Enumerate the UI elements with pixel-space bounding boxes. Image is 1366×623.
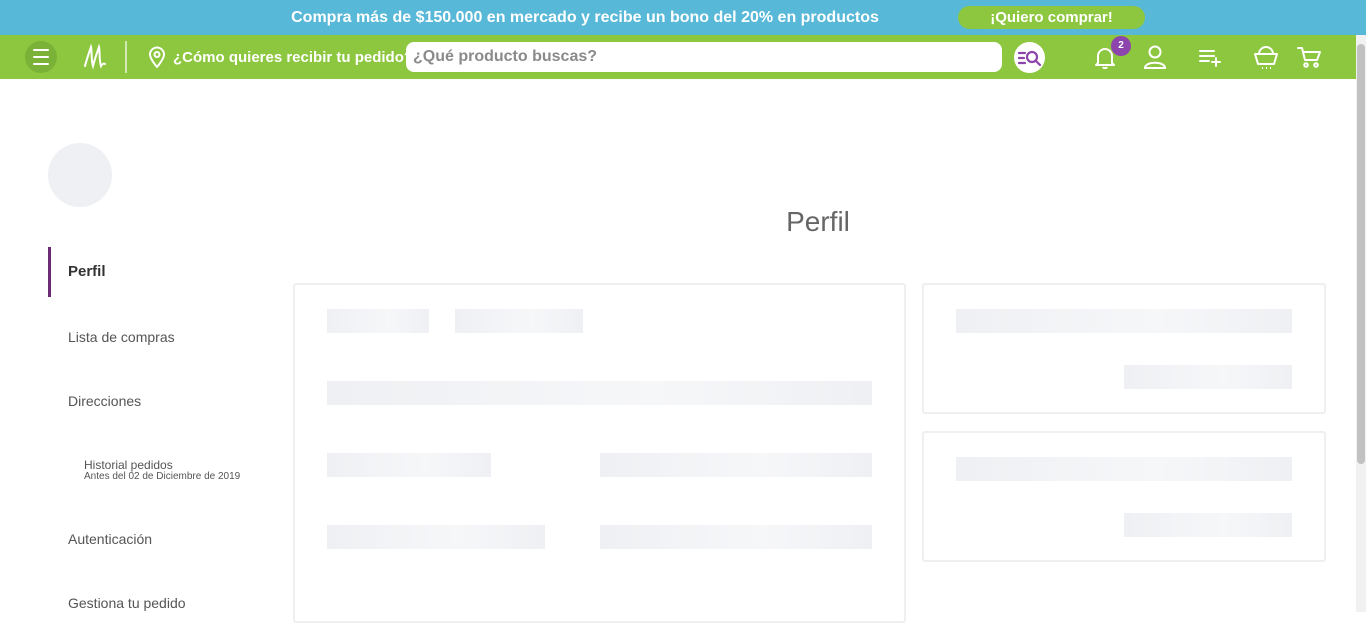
- sidebar-item-lista-de-compras[interactable]: Lista de compras: [68, 329, 175, 345]
- skeleton-placeholder: [327, 381, 872, 405]
- list-add-icon: [1199, 50, 1221, 67]
- sidebar-item-perfil[interactable]: Perfil: [68, 263, 106, 280]
- sidebar-item-gestiona-tu-pedido[interactable]: Gestiona tu pedido: [68, 595, 186, 611]
- skeleton-placeholder: [327, 453, 491, 477]
- page-title: Perfil: [786, 206, 850, 237]
- side-info-card: [922, 431, 1326, 562]
- navbar-divider: [125, 41, 127, 73]
- menu-button[interactable]: [25, 41, 57, 73]
- search-bar: [406, 42, 1002, 72]
- shopping-lists-button[interactable]: [1195, 42, 1225, 72]
- delivery-selector[interactable]: ¿Cómo quieres recibir tu pedido?: [147, 45, 413, 69]
- basket-button[interactable]: [1251, 42, 1281, 72]
- skeleton-placeholder: [1124, 365, 1292, 389]
- skeleton-placeholder: [956, 457, 1292, 481]
- skeleton-placeholder: [455, 309, 583, 333]
- sidebar-item-autenticacion[interactable]: Autenticación: [68, 531, 152, 547]
- avatar: [48, 143, 112, 207]
- search-input[interactable]: [406, 42, 1002, 72]
- page-scrollbar[interactable]: [1356, 35, 1366, 612]
- menu-icon-line: [33, 56, 49, 58]
- menu-icon-line: [33, 49, 49, 51]
- sidebar-item-sublabel: Antes del 02 de Diciembre de 2019: [84, 471, 241, 482]
- skeleton-placeholder: [327, 525, 545, 549]
- search-icon: [1017, 50, 1041, 66]
- skeleton-placeholder: [600, 525, 872, 549]
- basket-icon: [1254, 46, 1278, 69]
- search-button[interactable]: [1014, 42, 1045, 73]
- sidebar-item-label: Historial pedidos: [84, 458, 173, 472]
- skeleton-placeholder: [327, 309, 429, 333]
- skeleton-placeholder: [600, 453, 872, 477]
- account-button[interactable]: [1140, 42, 1170, 72]
- delivery-label: ¿Cómo quieres recibir tu pedido?: [173, 48, 414, 66]
- profile-form-card: [293, 283, 906, 623]
- skeleton-placeholder: [956, 309, 1292, 333]
- sidebar-item-direcciones[interactable]: Direcciones: [68, 393, 141, 409]
- cart-button[interactable]: [1294, 42, 1324, 72]
- scrollbar-thumb[interactable]: [1357, 44, 1365, 464]
- skeleton-placeholder: [1124, 513, 1292, 537]
- menu-icon-line: [33, 63, 49, 65]
- location-pin-icon: [148, 46, 166, 68]
- promo-cta-button[interactable]: ¡Quiero comprar!: [958, 6, 1145, 29]
- side-info-card: [922, 283, 1326, 414]
- sidebar-item-historial-pedidos[interactable]: Historial pedidos Antes del 02 de Diciem…: [84, 458, 240, 482]
- notification-badge: 2: [1111, 36, 1131, 56]
- promo-banner: Compra más de $150.000 en mercado y reci…: [0, 0, 1366, 35]
- sidebar-active-indicator: [48, 247, 51, 297]
- user-icon: [1143, 45, 1167, 69]
- main-navbar: ¿Cómo quieres recibir tu pedido? 2: [0, 35, 1356, 79]
- logo-icon[interactable]: [82, 43, 108, 70]
- cart-icon: [1297, 47, 1321, 68]
